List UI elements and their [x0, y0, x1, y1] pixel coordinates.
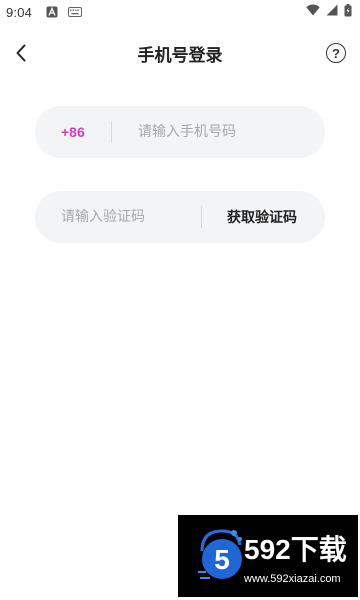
status-time: 9:04	[6, 4, 33, 20]
verification-code-input[interactable]	[61, 199, 201, 235]
status-indicators	[306, 3, 352, 21]
watermark-logo-digit: 5	[214, 544, 230, 575]
question-mark-icon: ?	[332, 45, 340, 61]
get-code-button[interactable]: 获取验证码	[227, 207, 297, 227]
watermark: 5 592下载 www.592xiazai.com	[178, 515, 358, 597]
field-divider	[201, 206, 202, 228]
battery-icon	[344, 3, 352, 21]
accessibility-icon	[46, 6, 58, 18]
watermark-logo-icon: 5	[198, 529, 242, 579]
app-header: 手机号登录 ?	[0, 24, 360, 82]
country-code-selector[interactable]: +86	[61, 124, 87, 140]
keyboard-icon	[68, 7, 83, 17]
page-title: 手机号登录	[137, 46, 223, 66]
phone-field: +86	[35, 106, 325, 158]
status-bar: 9:04	[0, 0, 360, 24]
signal-icon	[326, 4, 338, 20]
help-button[interactable]: ?	[326, 43, 346, 63]
watermark-brand: 592下载	[244, 534, 347, 565]
verification-code-field: 获取验证码	[35, 191, 325, 243]
watermark-url: www.592xiazai.com	[244, 573, 341, 585]
wifi-icon	[306, 4, 320, 20]
phone-number-input[interactable]	[138, 114, 325, 150]
field-divider	[111, 121, 112, 143]
